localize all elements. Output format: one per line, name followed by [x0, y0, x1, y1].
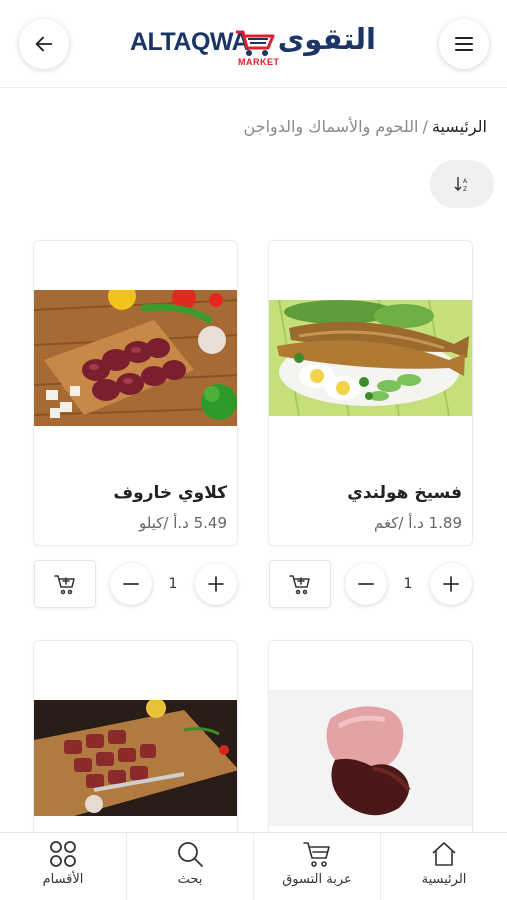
product-image-meat-cubes[interactable] — [34, 700, 237, 816]
product-card[interactable]: كلاوي خاروف 5.49 د.أ /كيلو — [33, 240, 238, 546]
breadcrumb: الرئيسية/اللحوم والأسماك والدواجن — [244, 117, 488, 136]
product-card[interactable]: فسيخ هولندي 1.89 د.أ /كغم — [268, 240, 473, 546]
breadcrumb-separator: / — [422, 117, 428, 136]
home-icon — [432, 842, 456, 866]
product-image-smoked-fish[interactable] — [269, 300, 472, 416]
back-button[interactable] — [19, 19, 69, 69]
product-price: 5.49 د.أ /كيلو — [139, 514, 227, 532]
product-name[interactable]: فسيخ هولندي — [347, 483, 462, 503]
quantity-value: 1 — [168, 576, 178, 592]
svg-text:Z: Z — [463, 186, 467, 193]
logo-market-text: MARKET — [238, 57, 280, 67]
app-screen: ALTAQWA التقوى MARKET الرئيسية/اللحوم وا… — [0, 0, 507, 900]
minus-icon — [358, 583, 374, 585]
increase-quantity-button[interactable] — [430, 563, 472, 605]
minus-icon — [123, 583, 139, 585]
nav-item-cart[interactable]: عربة التسوق — [253, 833, 380, 900]
nav-label: بحث — [177, 872, 203, 887]
search-icon — [178, 842, 203, 867]
breadcrumb-current: اللحوم والأسماك والدواجن — [243, 117, 419, 136]
logo-arabic-text: التقوى — [277, 22, 376, 56]
top-header: ALTAQWA التقوى MARKET — [0, 0, 507, 88]
categories-icon — [50, 841, 76, 867]
plus-icon — [443, 576, 459, 592]
plus-icon — [208, 576, 224, 592]
add-to-cart-button[interactable] — [269, 560, 331, 608]
svg-text:A: A — [463, 178, 468, 185]
menu-button[interactable] — [439, 19, 489, 69]
nav-label: الأقسام — [42, 872, 84, 887]
breadcrumb-home-link[interactable]: الرئيسية — [432, 117, 487, 136]
product-image-liver[interactable] — [269, 690, 472, 826]
product-price: 1.89 د.أ /كغم — [374, 514, 462, 532]
nav-label: الرئيسية — [421, 872, 467, 887]
cart-icon — [303, 842, 330, 867]
nav-item-home[interactable]: الرئيسية — [380, 833, 507, 900]
logo-latin-text: ALTAQWA — [130, 28, 250, 56]
hamburger-menu-icon — [455, 37, 473, 51]
increase-quantity-button[interactable] — [195, 563, 237, 605]
quantity-value: 1 — [403, 576, 413, 592]
product-image-lamb-kidneys[interactable] — [34, 290, 237, 426]
add-to-cart-icon — [54, 575, 75, 595]
sort-button[interactable]: A Z — [430, 160, 494, 208]
add-to-cart-button[interactable] — [34, 560, 96, 608]
arrow-left-icon — [35, 36, 53, 52]
nav-label: عربة التسوق — [282, 872, 352, 887]
store-logo[interactable]: ALTAQWA التقوى MARKET — [128, 22, 378, 72]
product-name[interactable]: كلاوي خاروف — [113, 483, 227, 503]
sort-az-icon: A Z — [454, 177, 468, 193]
logo-cart-icon — [236, 30, 275, 56]
decrease-quantity-button[interactable] — [345, 563, 387, 605]
nav-item-search[interactable]: بحث — [126, 833, 253, 900]
nav-item-categories[interactable]: الأقسام — [0, 833, 126, 900]
bottom-navigation: الأقسام بحث عربة التسوق الرئيسية — [0, 832, 507, 900]
decrease-quantity-button[interactable] — [110, 563, 152, 605]
add-to-cart-icon — [289, 575, 310, 595]
